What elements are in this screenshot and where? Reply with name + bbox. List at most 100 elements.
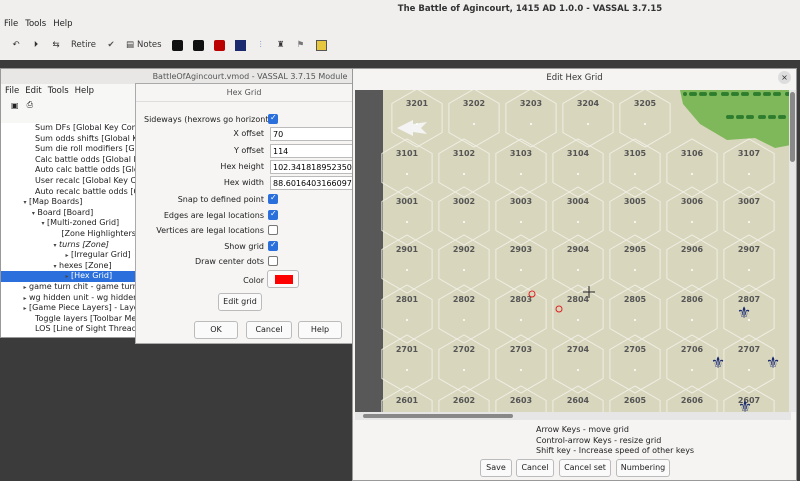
step-button[interactable]: ⏵ [28, 36, 44, 54]
hex-center-dot [577, 319, 579, 321]
ok-button[interactable]: OK [194, 321, 238, 339]
tree-node[interactable]: LOS [Line of Sight Thread] [1, 324, 141, 335]
expand-down-icon[interactable]: ▾ [39, 219, 47, 230]
tree-node[interactable]: Sum DFs [Global Key Command] [1, 123, 141, 134]
dice-button-3[interactable] [211, 36, 228, 54]
expand-right-icon[interactable]: ▸ [21, 283, 29, 294]
tree-node[interactable]: ▾ Board [Board] [1, 208, 141, 219]
component-tree[interactable]: Sum DFs [Global Key Command]Sum odds shi… [1, 123, 141, 337]
menu-tools[interactable]: Tools [25, 19, 46, 33]
hex-center-dot [748, 221, 750, 223]
tree-node[interactable]: User recalc [Global Key Command] [1, 176, 141, 187]
tree-node[interactable]: Calc battle odds [Global Key Command] [1, 155, 141, 166]
hex-center-dot [520, 269, 522, 271]
horizontal-scroll-thumb[interactable] [363, 414, 513, 418]
snap-checkbox[interactable] [268, 193, 278, 204]
tree-node[interactable]: ▸ [Irregular Grid] [1, 250, 141, 261]
centerdots-checkbox[interactable] [268, 256, 278, 266]
menu-help[interactable]: Help [53, 19, 72, 33]
check-button[interactable]: ✔ [103, 36, 119, 54]
save-icon[interactable]: ▣ [11, 101, 19, 110]
xoffset-input[interactable] [270, 127, 354, 141]
editor-menu-tools[interactable]: Tools [48, 86, 69, 96]
sideways-checkbox[interactable] [268, 113, 278, 124]
map-view[interactable]: 3201 3202 3203 3204 3205 3101 3102 3103 3104 3105… [355, 90, 791, 412]
tree-node[interactable]: ▾ [Map Boards] [1, 197, 141, 208]
hex-center-dot [406, 319, 408, 321]
expand-down-icon[interactable]: ▾ [51, 241, 59, 252]
vertical-scroll-thumb[interactable] [790, 92, 795, 162]
tree-node[interactable]: Auto recalc battle odds [Global Key Comm… [1, 187, 141, 198]
hex-center-dot [634, 173, 636, 175]
menu-file[interactable]: File [4, 19, 18, 33]
edit-hex-grid-title: Edit Hex Grid × [353, 69, 796, 87]
hexheight-input[interactable] [270, 160, 354, 174]
dice-icon [192, 39, 204, 51]
editor-menu-edit[interactable]: Edit [25, 86, 41, 96]
figure-button[interactable]: ♜ [273, 36, 289, 54]
hex-grid-dialog: Hex Grid Sideways (hexrows go horizontal… [135, 83, 354, 344]
showgrid-checkbox[interactable] [268, 240, 278, 251]
tree-node[interactable]: [Zone Highlighters] [1, 229, 141, 240]
notes-button[interactable]: ▤ Notes [123, 36, 165, 54]
sideways-row: Sideways (hexrows go horizontal) [136, 113, 354, 127]
chart-icon: ⫶ [259, 40, 262, 50]
table-button[interactable] [313, 36, 330, 54]
undo-icon: ↶ [12, 40, 20, 50]
tree-node[interactable]: ▾ [Multi-zoned Grid] [1, 218, 141, 229]
hex-center-dot [473, 123, 475, 125]
cancel-set-button[interactable]: Cancel set [559, 459, 611, 477]
tree-node[interactable]: Sum die roll modifiers [Global Key Comma… [1, 144, 141, 155]
tree-node[interactable]: Toggle layers [Toolbar Menu] [1, 314, 141, 325]
hex-label: 2601 [396, 396, 419, 405]
undo-button[interactable]: ↶ [8, 36, 24, 54]
tree-node[interactable]: ▸wg hidden unit - wg hidden unit [Map Wi… [1, 293, 141, 304]
color-picker-button[interactable] [267, 270, 299, 288]
tree-node[interactable]: ▾ turns [Zone] [1, 240, 141, 251]
hex-label: 3101 [396, 149, 419, 158]
tree-node[interactable]: Auto calc battle odds [Global Key Comman… [1, 165, 141, 176]
save-button[interactable]: Save [480, 459, 512, 477]
hex-label: 2903 [510, 245, 532, 254]
tree-node[interactable]: ▸game turn chit - game turn chit [Map Wi… [1, 282, 141, 293]
yoffset-input[interactable] [270, 144, 354, 158]
edges-checkbox[interactable] [268, 209, 278, 220]
tree-node[interactable]: Sum odds shifts [Global Key Command] [1, 134, 141, 145]
dice-button-1[interactable] [169, 36, 186, 54]
flag-button[interactable]: ⚑ [293, 36, 309, 54]
fleur-de-lis-icon: ⚜ [766, 353, 780, 372]
counter-icon [234, 39, 246, 51]
numbering-button[interactable]: Numbering [616, 459, 670, 477]
tree-node-label: hexes [Zone] [59, 260, 112, 270]
retire-button[interactable]: Retire [68, 36, 99, 54]
horizontal-scrollbar[interactable] [355, 412, 791, 420]
counter-button[interactable] [232, 36, 249, 54]
hex-center-dot [691, 319, 693, 321]
hex-map[interactable]: 3201 3202 3203 3204 3205 3101 3102 3103 3104 3105… [355, 90, 791, 412]
dice-button-2[interactable] [190, 36, 207, 54]
sync-button[interactable]: ⇆ [48, 36, 64, 54]
help-button[interactable]: Help [298, 321, 342, 339]
tree-node-label: [Zone Highlighters] [61, 228, 140, 238]
tree-node-selected[interactable]: ▸ [Hex Grid] [1, 271, 141, 282]
expand-down-icon[interactable]: ▾ [21, 198, 29, 209]
editor-menu-file[interactable]: File [5, 86, 19, 96]
snap-label: Snap to defined point [177, 195, 264, 204]
editor-menu-help[interactable]: Help [75, 86, 94, 96]
close-icon[interactable]: × [778, 71, 791, 84]
hex-center-dot [748, 369, 750, 371]
edit-grid-button[interactable]: Edit grid [218, 293, 262, 311]
hexwidth-input[interactable] [270, 176, 354, 190]
expand-down-icon[interactable]: ▾ [51, 262, 59, 273]
chart-button[interactable]: ⫶ [253, 36, 269, 54]
help-text-ctrl: Control-arrow Keys - resize grid [536, 436, 662, 445]
vertices-checkbox[interactable] [268, 225, 278, 235]
tree-node[interactable]: ▾ hexes [Zone] [1, 261, 141, 272]
tree-node-label: [Multi-zoned Grid] [47, 218, 120, 228]
cancel-edit-button[interactable]: Cancel [516, 459, 554, 477]
vertical-scrollbar[interactable] [789, 90, 796, 412]
tree-node[interactable]: ▸ [Game Piece Layers] - Layers [1, 303, 141, 314]
hex-label: 2703 [510, 345, 532, 354]
cancel-button[interactable]: Cancel [246, 321, 292, 339]
print-icon[interactable]: ⎙ [27, 100, 33, 110]
